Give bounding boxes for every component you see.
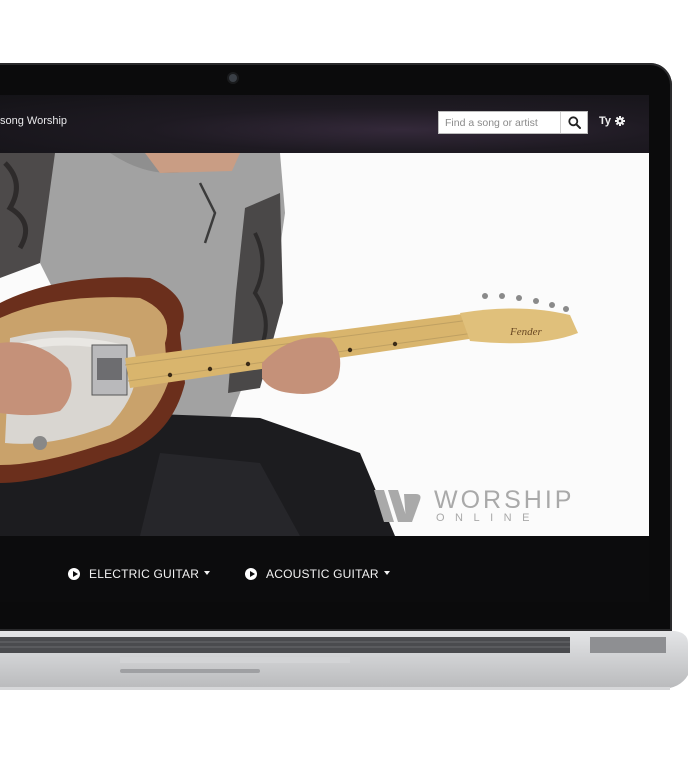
search-button[interactable] bbox=[560, 112, 587, 133]
instrument-label: ELECTRIC GUITAR bbox=[89, 567, 200, 581]
watermark-text: WORSHIP ONLINE bbox=[434, 486, 575, 525]
caret-down-icon bbox=[204, 571, 211, 575]
site-title[interactable]: song Worship bbox=[0, 115, 67, 127]
user-menu[interactable]: Ty bbox=[599, 115, 626, 127]
instrument-acoustic-guitar[interactable]: ACOUSTIC GUITAR bbox=[245, 567, 390, 581]
instrument-bar: ELECTRIC GUITAR ACOUSTIC GUITAR bbox=[0, 536, 649, 602]
site-header: song Worship Ty bbox=[0, 95, 649, 153]
laptop-base bbox=[0, 631, 688, 690]
caret-down-icon bbox=[383, 571, 390, 575]
video-frame-guitarist: Fender bbox=[0, 153, 578, 536]
gear-icon bbox=[615, 116, 626, 126]
search-box bbox=[438, 111, 588, 134]
instrument-electric-guitar[interactable]: ELECTRIC GUITAR bbox=[68, 567, 211, 581]
video-player[interactable]: Fender WORSHIP ONLINE bbox=[0, 153, 649, 536]
user-name: Ty bbox=[599, 115, 612, 127]
camera-icon bbox=[229, 74, 237, 82]
worship-online-watermark: WORSHIP ONLINE bbox=[372, 486, 574, 526]
search-input[interactable] bbox=[439, 112, 562, 133]
play-icon bbox=[245, 568, 257, 580]
search-icon bbox=[567, 116, 581, 129]
worship-online-logo-icon bbox=[374, 490, 421, 522]
watermark-word: WORSHIP bbox=[434, 486, 575, 514]
laptop-screen: song Worship Ty bbox=[0, 95, 649, 602]
instrument-label: ACOUSTIC GUITAR bbox=[266, 567, 379, 581]
svg-text:Fender: Fender bbox=[509, 326, 542, 338]
play-icon bbox=[68, 568, 80, 580]
